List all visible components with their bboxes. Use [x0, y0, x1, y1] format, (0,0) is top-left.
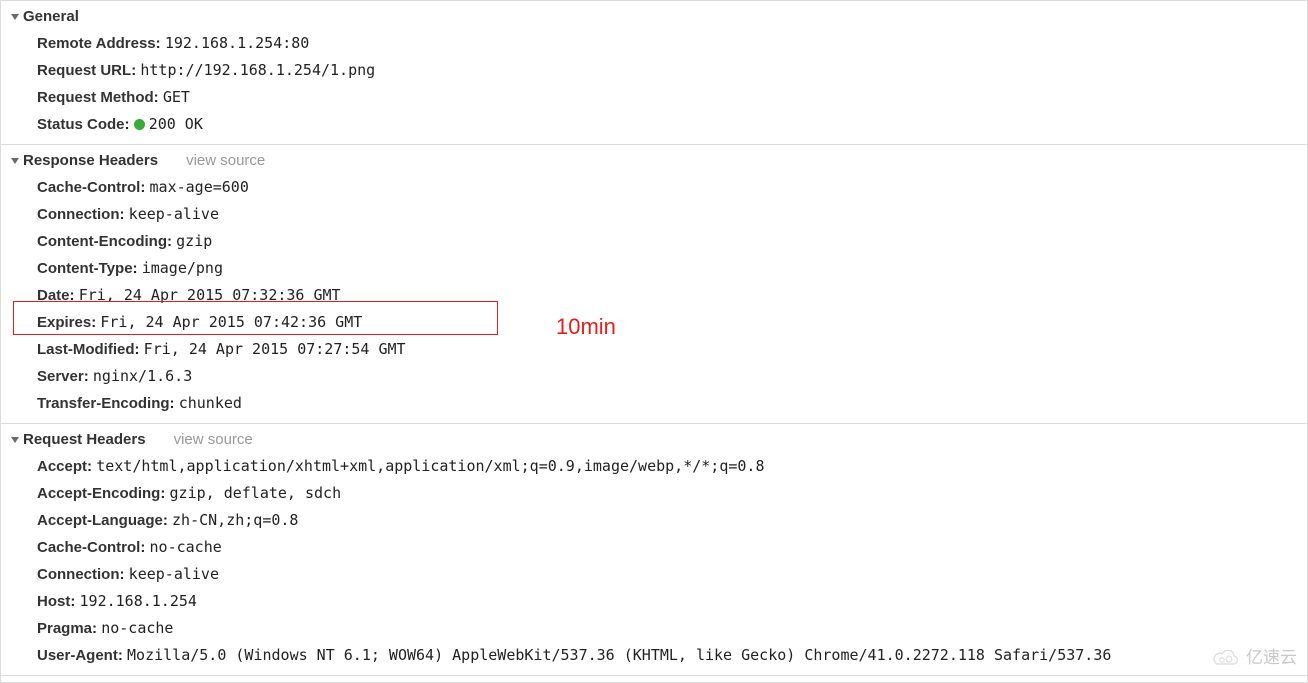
value: max-age=600 — [150, 178, 249, 196]
row-content-encoding: Content-Encoding: gzip — [37, 228, 1297, 255]
general-title: General — [23, 3, 79, 30]
annotation-10min: 10min — [556, 307, 616, 347]
value: Fri, 24 Apr 2015 07:27:54 GMT — [144, 340, 406, 358]
label: Content-Type — [37, 260, 133, 277]
value-request-method: GET — [163, 88, 190, 106]
label-remote-address: Remote Address — [37, 35, 156, 52]
general-rows: Remote Address: 192.168.1.254:80 Request… — [1, 30, 1307, 138]
label: Host — [37, 593, 70, 610]
value: no-cache — [101, 619, 173, 637]
value: zh-CN,zh;q=0.8 — [172, 511, 298, 529]
value: 192.168.1.254 — [80, 592, 197, 610]
value: gzip — [176, 232, 212, 250]
value: text/html,application/xhtml+xml,applicat… — [96, 457, 764, 475]
row-accept-encoding: Accept-Encoding: gzip, deflate, sdch — [37, 480, 1297, 507]
row-request-url: Request URL: http://192.168.1.254/1.png — [37, 57, 1297, 84]
row-request-method: Request Method: GET — [37, 84, 1297, 111]
general-header[interactable]: General — [1, 3, 1307, 30]
request-section: Request Headers view source Accept: text… — [1, 424, 1307, 676]
label: Accept-Language — [37, 512, 163, 529]
label-request-method: Request Method — [37, 89, 154, 106]
toggle-down-icon — [11, 14, 19, 20]
response-title: Response Headers — [23, 147, 158, 174]
status-dot-icon — [134, 119, 145, 130]
watermark-text: 亿速云 — [1246, 643, 1297, 674]
view-source-link[interactable]: view source — [174, 426, 253, 453]
row-date: Date: Fri, 24 Apr 2015 07:32:36 GMT — [37, 282, 1297, 309]
label: Server — [37, 368, 84, 385]
label: Last-Modified — [37, 341, 135, 358]
value-status-code: 200 OK — [149, 115, 203, 133]
label: Expires — [37, 314, 91, 331]
label: Cache-Control — [37, 539, 140, 556]
row-content-type: Content-Type: image/png — [37, 255, 1297, 282]
value: no-cache — [150, 538, 222, 556]
value: nginx/1.6.3 — [93, 367, 192, 385]
row-accept-language: Accept-Language: zh-CN,zh;q=0.8 — [37, 507, 1297, 534]
request-title: Request Headers — [23, 426, 146, 453]
value: Fri, 24 Apr 2015 07:32:36 GMT — [79, 286, 341, 304]
label: Cache-Control — [37, 179, 140, 196]
value-request-url: http://192.168.1.254/1.png — [140, 61, 375, 79]
row-remote-address: Remote Address: 192.168.1.254:80 — [37, 30, 1297, 57]
label-status-code: Status Code — [37, 116, 125, 133]
request-header[interactable]: Request Headers view source — [1, 426, 1307, 453]
value: image/png — [142, 259, 223, 277]
label: Transfer-Encoding — [37, 395, 170, 412]
row-status-code: Status Code: 200 OK — [37, 111, 1297, 138]
value: keep-alive — [129, 565, 219, 583]
value: Fri, 24 Apr 2015 07:42:36 GMT — [100, 313, 362, 331]
toggle-down-icon — [11, 158, 19, 164]
row-last-modified: Last-Modified: Fri, 24 Apr 2015 07:27:54… — [37, 336, 1297, 363]
response-section: Response Headers view source Cache-Contr… — [1, 145, 1307, 424]
row-cache-control: Cache-Control: no-cache — [37, 534, 1297, 561]
response-rows: Cache-Control: max-age=600 Connection: k… — [1, 174, 1307, 417]
label: Accept — [37, 458, 87, 475]
watermark: 亿速云 — [1212, 643, 1297, 674]
value: Mozilla/5.0 (Windows NT 6.1; WOW64) Appl… — [127, 646, 1111, 664]
label: Accept-Encoding — [37, 485, 160, 502]
view-source-link[interactable]: view source — [186, 147, 265, 174]
row-transfer-encoding: Transfer-Encoding: chunked — [37, 390, 1297, 417]
label: Content-Encoding — [37, 233, 167, 250]
response-header[interactable]: Response Headers view source — [1, 147, 1307, 174]
row-host: Host: 192.168.1.254 — [37, 588, 1297, 615]
row-server: Server: nginx/1.6.3 — [37, 363, 1297, 390]
label: Pragma — [37, 620, 92, 637]
general-section: General Remote Address: 192.168.1.254:80… — [1, 1, 1307, 145]
label: Connection — [37, 566, 120, 583]
value: chunked — [179, 394, 242, 412]
row-connection: Connection: keep-alive — [37, 201, 1297, 228]
toggle-down-icon — [11, 437, 19, 443]
value: gzip, deflate, sdch — [170, 484, 342, 502]
row-expires: Expires: Fri, 24 Apr 2015 07:42:36 GMT — [37, 309, 1297, 336]
label-request-url: Request URL — [37, 62, 131, 79]
row-accept: Accept: text/html,application/xhtml+xml,… — [37, 453, 1297, 480]
label: Connection — [37, 206, 120, 223]
value: keep-alive — [129, 205, 219, 223]
label: Date — [37, 287, 70, 304]
cloud-icon — [1212, 650, 1242, 668]
row-pragma: Pragma: no-cache — [37, 615, 1297, 642]
row-user-agent: User-Agent: Mozilla/5.0 (Windows NT 6.1;… — [37, 642, 1297, 669]
row-cache-control: Cache-Control: max-age=600 — [37, 174, 1297, 201]
request-rows: Accept: text/html,application/xhtml+xml,… — [1, 453, 1307, 669]
value-remote-address: 192.168.1.254:80 — [165, 34, 310, 52]
row-connection: Connection: keep-alive — [37, 561, 1297, 588]
label: User-Agent — [37, 647, 118, 664]
